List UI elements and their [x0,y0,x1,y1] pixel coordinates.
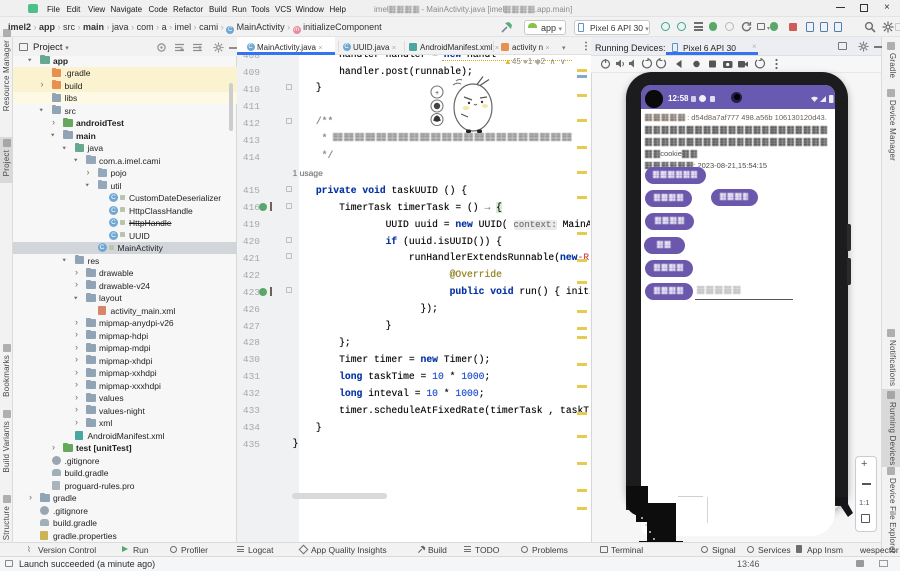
svg-text:+: + [435,90,439,97]
